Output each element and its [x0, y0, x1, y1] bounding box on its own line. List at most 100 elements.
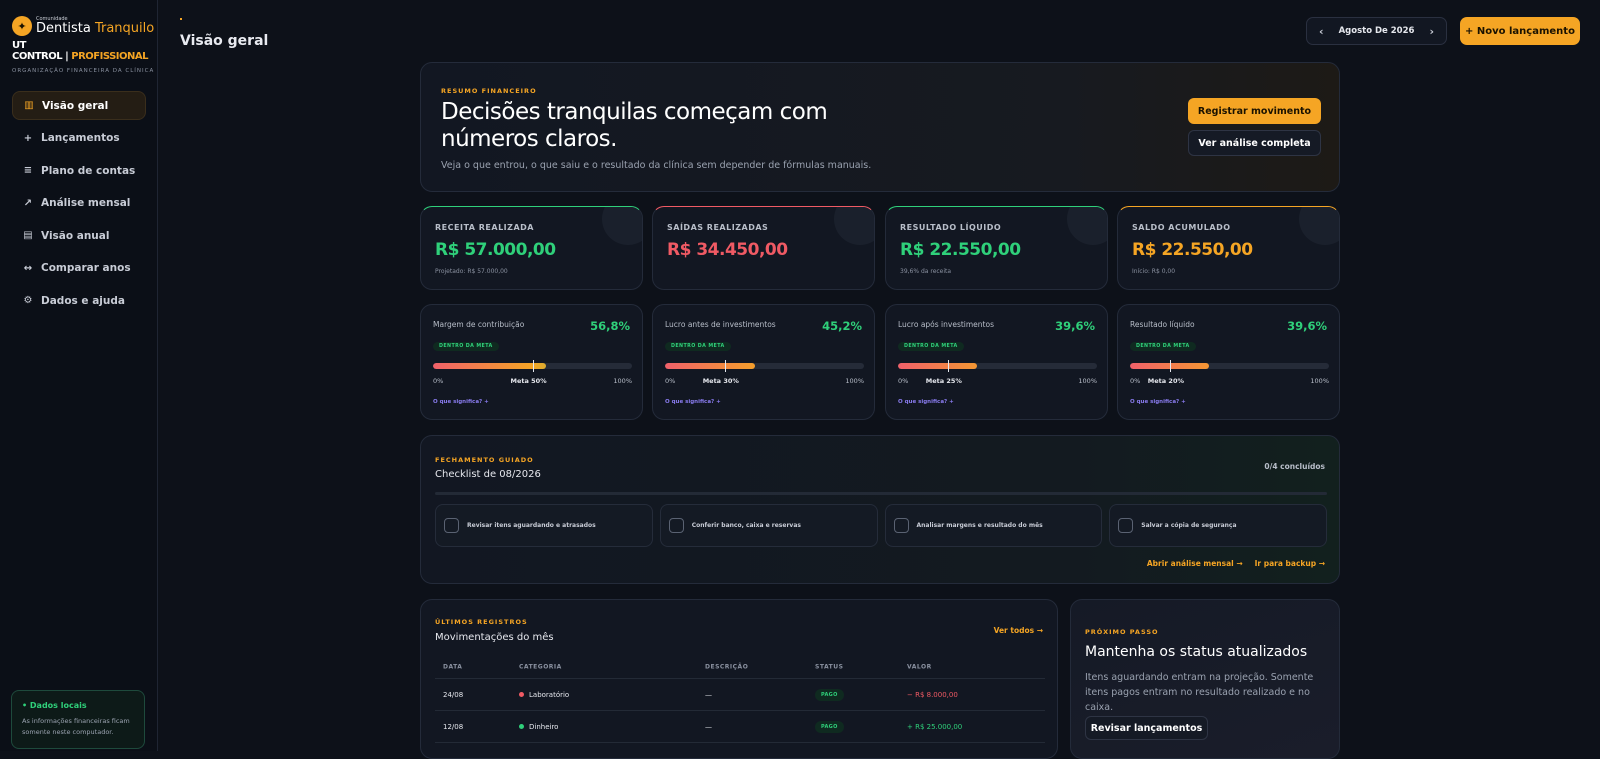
metric-percentage: 39,6%	[1055, 319, 1095, 333]
checklist-item[interactable]: Conferir banco, caixa e reservas	[659, 504, 878, 547]
kpi-card-saidas: SAÍDAS REALIZADAS R$ 34.450,00	[652, 206, 875, 290]
full-analysis-button[interactable]: Ver análise completa	[1188, 130, 1321, 156]
chevron-left-icon[interactable]: ‹	[1319, 25, 1324, 38]
checkbox[interactable]	[444, 518, 459, 533]
scale-max: 100%	[613, 377, 632, 385]
review-entries-button[interactable]: Revisar lançamentos	[1085, 716, 1208, 740]
checklist-item[interactable]: Analisar margens e resultado do mês	[884, 504, 1103, 547]
go-to-backup-link[interactable]: Ir para backup →	[1255, 559, 1325, 568]
checkbox[interactable]	[893, 518, 909, 533]
columns-icon: ▥	[24, 100, 34, 111]
checkbox[interactable]	[668, 518, 684, 533]
current-month: Agosto De 2026	[1338, 26, 1415, 36]
category-dot	[519, 724, 524, 729]
sidebar-item-label: Análise mensal	[41, 197, 131, 209]
sidebar-item-label: Visão anual	[41, 229, 110, 242]
latest-records-card: ÚLTIMOS REGISTROS Movimentações do mês V…	[420, 599, 1058, 759]
column-header: VALOR	[907, 663, 932, 670]
hero-title: Decisões tranquilas começam com números …	[441, 99, 828, 152]
metric-card: Lucro antes de investimentos 45,2% DENTR…	[652, 304, 875, 420]
status-badge: PAGO	[815, 688, 844, 701]
new-entry-button[interactable]: + Novo lançamento	[1460, 17, 1580, 45]
hero-subtitle: Veja o que entrou, o que saiu e o result…	[441, 160, 872, 171]
checklist-item[interactable]: Revisar itens aguardando e atrasados	[435, 504, 653, 547]
local-data-notice: • Dados locais As informações financeira…	[11, 690, 145, 749]
table-row[interactable]: 12/08 Dinheiro — PAGO + R$ 25.000,00	[435, 711, 1045, 743]
records-eyebrow: ÚLTIMOS REGISTROS	[435, 618, 528, 626]
sidebar-item-analise-mensal[interactable]: ↗ Análise mensal	[12, 189, 146, 218]
what-it-means-link[interactable]: O que significa? +	[433, 399, 489, 405]
metric-card: Resultado líquido 39,6% DENTRO DA META 0…	[1117, 304, 1340, 420]
table-row[interactable]: 24/08 Laboratório — PAGO − R$ 8.000,00	[435, 679, 1045, 711]
sidebar-item-comparar-anos[interactable]: ↔ Comparar anos	[12, 254, 146, 283]
checklist-items: Revisar itens aguardando e atrasados Con…	[435, 504, 1327, 547]
list-icon: ≡	[23, 165, 33, 176]
row-category: Laboratório	[519, 691, 569, 699]
scale-goal: Meta 20%	[1147, 377, 1184, 385]
checklist-progress-count: 0/4 concluídos	[1264, 462, 1325, 471]
sidebar-item-plano-de-contas[interactable]: ≡ Plano de contas	[12, 156, 146, 185]
sidebar-item-visao-geral[interactable]: ▥ Visão geral	[12, 91, 146, 120]
checklist-item[interactable]: Salvar a cópia de segurança	[1109, 504, 1327, 547]
checklist-eyebrow: FECHAMENTO GUIADO	[435, 456, 534, 464]
brand-edition: UT CONTROL | PROFISSIONAL	[12, 40, 149, 62]
sidebar-item-label: Comparar anos	[41, 262, 131, 274]
financial-summary-hero: RESUMO FINANCEIRO Decisões tranquilas co…	[420, 62, 1340, 192]
scale-min: 0%	[665, 377, 676, 385]
kpi-card-receita: RECEITA REALIZADA R$ 57.000,00 Projetado…	[420, 206, 643, 290]
chevron-right-icon[interactable]: ›	[1429, 25, 1434, 38]
hero-eyebrow: RESUMO FINANCEIRO	[441, 87, 537, 95]
header-accent-dot	[180, 18, 182, 20]
scale-goal: Meta 25%	[925, 377, 962, 385]
decorative-circle	[1299, 207, 1339, 245]
checklist-item-label: Salvar a cópia de segurança	[1141, 522, 1237, 529]
metric-progress-track	[1130, 363, 1329, 369]
kpi-note: Projetado: R$ 57.000,00	[435, 268, 508, 275]
column-header: DESCRIÇÃO	[705, 663, 749, 670]
goal-marker	[947, 360, 950, 372]
decorative-circle	[602, 207, 642, 245]
status-badge: PAGO	[815, 720, 844, 733]
kpi-value: R$ 22.550,00	[900, 240, 1021, 260]
what-it-means-link[interactable]: O que significa? +	[665, 399, 721, 405]
sidebar-item-dados-e-ajuda[interactable]: ⚙ Dados e ajuda	[12, 286, 146, 315]
kpi-card-saldo: SALDO ACUMULADO R$ 22.550,00 Início: R$ …	[1117, 206, 1340, 290]
gear-icon: ⚙	[23, 295, 33, 306]
next-step-text: Itens aguardando entram na projeção. Som…	[1085, 672, 1314, 713]
metric-progress-track	[898, 363, 1097, 369]
what-it-means-link[interactable]: O que significa? +	[1130, 399, 1186, 405]
sidebar-item-visao-anual[interactable]: ▤ Visão anual	[12, 221, 146, 250]
checkbox[interactable]	[1118, 518, 1134, 533]
local-data-title: • Dados locais	[22, 701, 87, 710]
sidebar-item-label: Dados e ajuda	[41, 294, 125, 307]
metric-card: Lucro após investimentos 39,6% DENTRO DA…	[885, 304, 1108, 420]
sidebar-item-lancamentos[interactable]: + Lançamentos	[12, 124, 146, 153]
page-title: Visão geral	[180, 33, 269, 49]
kpi-label: RESULTADO LÍQUIDO	[900, 223, 1002, 232]
register-movement-button[interactable]: Registrar movimento	[1188, 98, 1321, 124]
kpi-label: SAÍDAS REALIZADAS	[667, 223, 769, 232]
goal-marker	[1169, 360, 1172, 372]
metric-progress-fill	[433, 363, 547, 369]
trend-arrow-icon: ↗	[23, 197, 33, 209]
table-header: DATA CATEGORIA DESCRIÇÃO STATUS VALOR	[435, 655, 1045, 679]
metric-label: Lucro após investimentos	[898, 320, 994, 329]
what-it-means-link[interactable]: O que significa? +	[898, 399, 954, 405]
goal-marker	[724, 360, 727, 372]
metric-percentage: 56,8%	[590, 319, 630, 333]
sidebar-item-label: Lançamentos	[41, 132, 120, 144]
checklist-item-label: Conferir banco, caixa e reservas	[691, 522, 801, 529]
see-all-link[interactable]: Ver todos →	[994, 626, 1043, 635]
category-dot	[519, 692, 524, 697]
status-badge: DENTRO DA META	[1130, 342, 1196, 351]
scale-min: 0%	[898, 377, 909, 385]
metric-percentage: 45,2%	[822, 319, 862, 333]
metric-label: Margem de contribuição	[433, 320, 525, 329]
checklist-links: Abrir análise mensal → Ir para backup →	[1147, 559, 1325, 568]
kpi-value: R$ 57.000,00	[435, 240, 556, 260]
checklist-title: Checklist de 08/2026	[435, 469, 541, 480]
local-data-text: As informações financeiras ficam somente…	[22, 717, 130, 736]
checklist-progress-bar	[435, 492, 1327, 495]
scale-min: 0%	[433, 377, 444, 385]
open-monthly-analysis-link[interactable]: Abrir análise mensal →	[1147, 559, 1243, 568]
